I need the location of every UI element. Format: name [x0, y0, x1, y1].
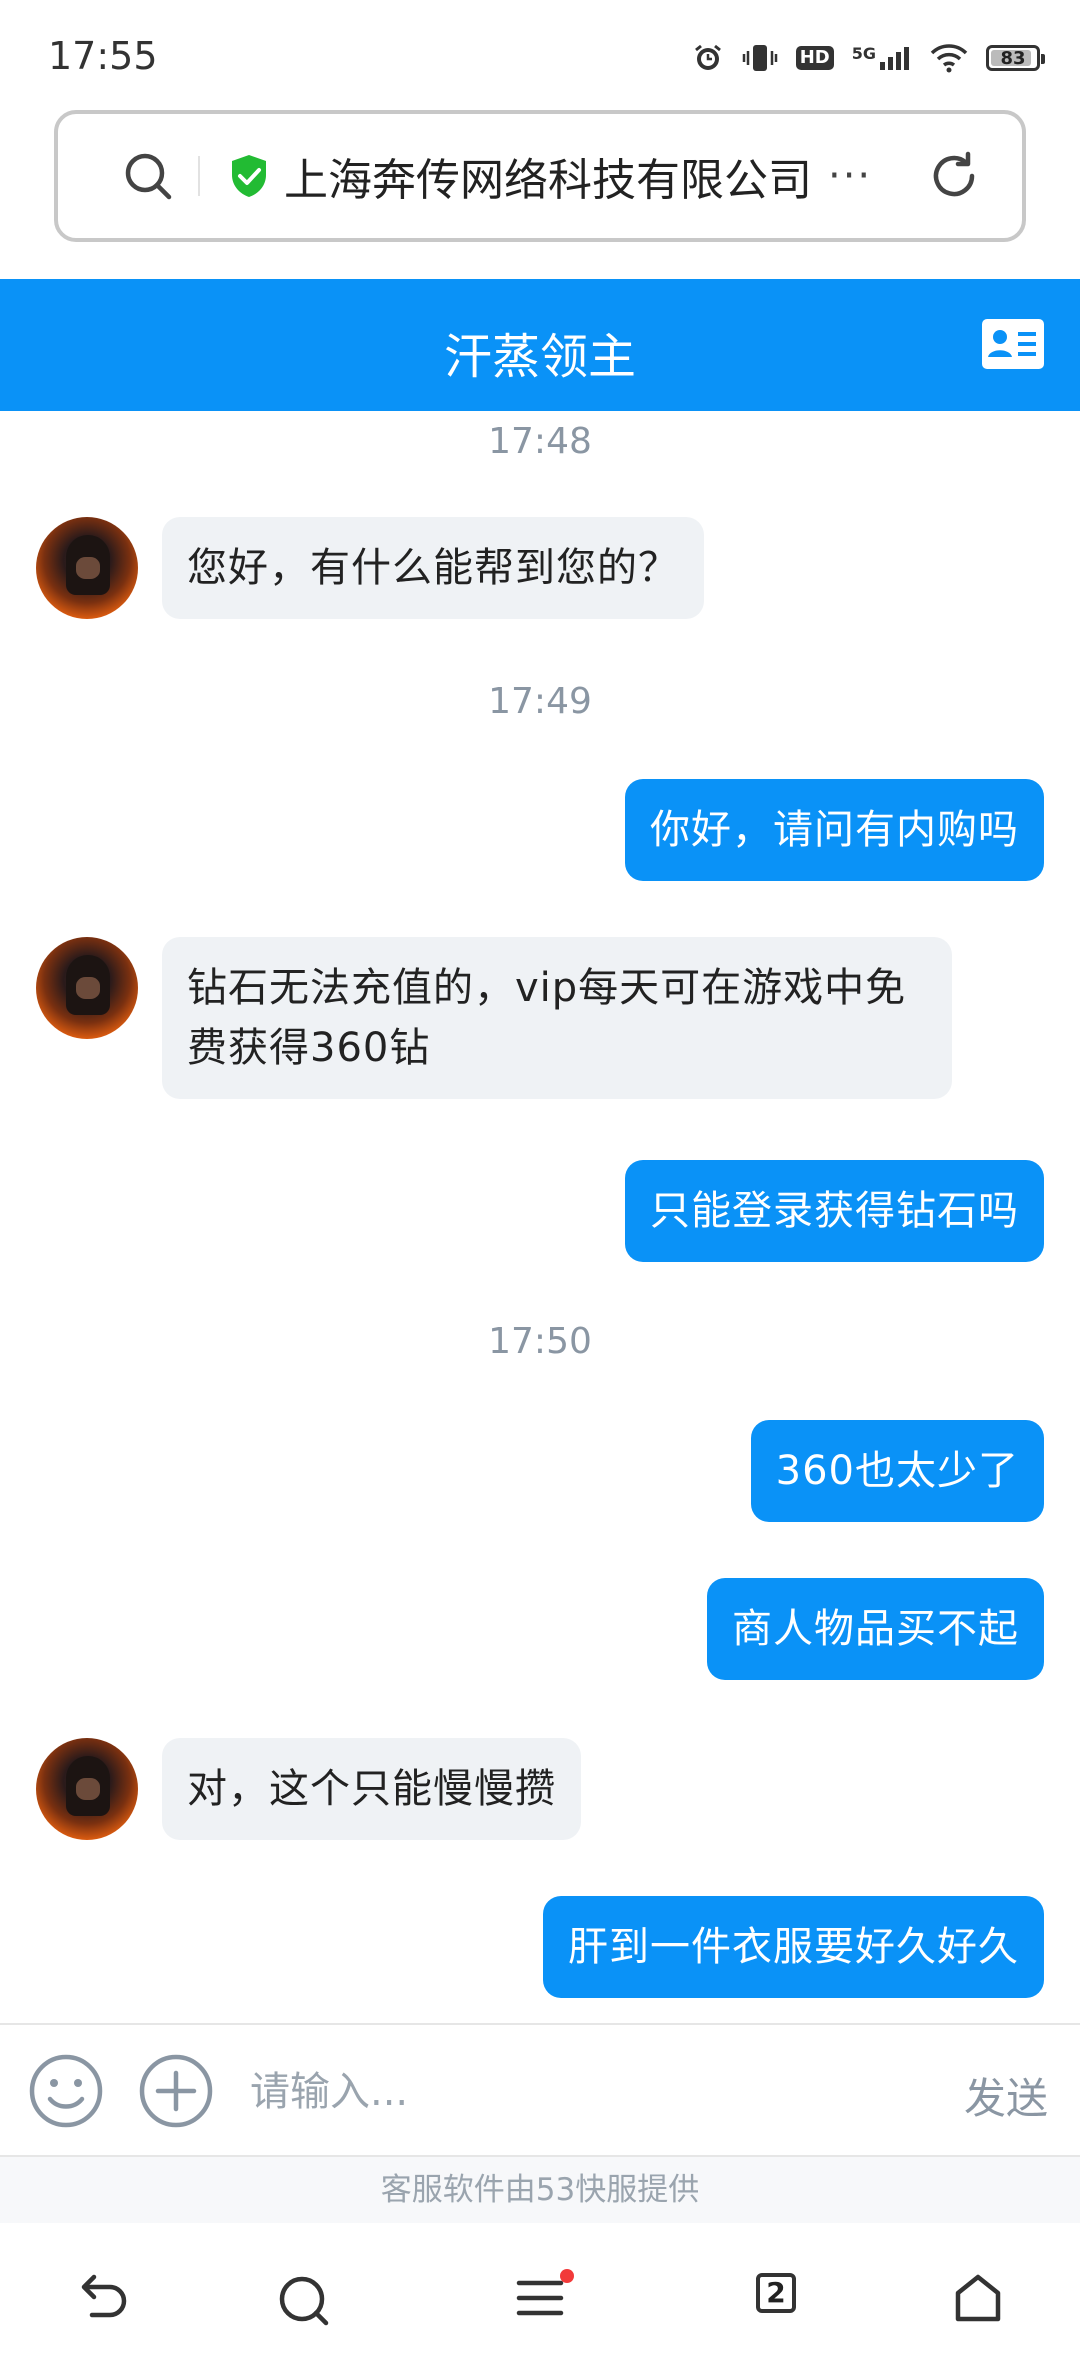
message-received: 对，这个只能慢慢攒 — [36, 1738, 581, 1840]
message-received: 您好，有什么能帮到您的？ — [36, 517, 704, 619]
tabs-button[interactable]: 2 — [736, 2273, 816, 2313]
message-bubble-received: 您好，有什么能帮到您的？ — [162, 517, 704, 619]
send-button[interactable]: 发送 — [964, 2065, 1048, 2126]
message-time: 17:49 — [488, 681, 592, 722]
contact-card-icon[interactable] — [982, 319, 1044, 373]
agent-avatar — [36, 1738, 138, 1840]
address-more[interactable]: ··· — [828, 153, 872, 199]
status-icons: HD 5G 83 — [692, 38, 1045, 78]
add-attachment-icon[interactable] — [138, 2053, 214, 2133]
notification-dot — [560, 2269, 574, 2283]
alarm-icon — [692, 42, 724, 74]
status-time: 17:55 — [48, 34, 158, 78]
vibrate-icon — [742, 42, 778, 74]
battery-icon: 83 — [986, 45, 1045, 71]
message-bubble-sent: 商人物品买不起 — [707, 1578, 1044, 1680]
home-icon[interactable] — [938, 2273, 1018, 2325]
message-bubble-received: 对，这个只能慢慢攒 — [162, 1738, 581, 1840]
signal-5g-icon: 5G — [852, 44, 912, 72]
message-input[interactable] — [250, 2055, 910, 2129]
message-bubble-sent: 360也太少了 — [750, 1420, 1044, 1522]
chat-area[interactable]: 17:48 您好，有什么能帮到您的？ 17:49 你好，请问有内购吗 钻石无法充… — [0, 411, 1080, 2023]
menu-icon[interactable] — [500, 2269, 580, 2323]
tab-count: 2 — [756, 2273, 796, 2313]
chat-title: 汗蒸领主 — [443, 329, 636, 385]
search-icon[interactable] — [264, 2273, 344, 2329]
wifi-icon — [930, 43, 968, 73]
address-bar[interactable]: 上海奔传网络科技有限公司 ··· — [54, 110, 1026, 242]
reload-icon[interactable] — [926, 148, 982, 204]
message-sent: 商人物品买不起 — [707, 1578, 1044, 1680]
message-sent: 你好，请问有内购吗 — [625, 779, 1044, 881]
battery-level: 83 — [1000, 47, 1026, 69]
message-sent: 360也太少了 — [750, 1420, 1044, 1522]
chat-header: 汗蒸领主 — [0, 279, 1080, 411]
search-icon[interactable] — [98, 149, 198, 203]
hd-icon: HD — [795, 46, 834, 70]
message-sent: 肝到一件衣服要好久好久 — [543, 1896, 1044, 1998]
message-time: 17:48 — [488, 421, 592, 462]
message-bubble-received: 钻石无法充值的，vip每天可在游戏中免费获得360钻 — [162, 937, 952, 1099]
message-sent: 只能登录获得钻石吗 — [625, 1160, 1044, 1262]
status-bar: 17:55 HD 5G 83 — [0, 0, 1080, 110]
message-bubble-sent: 只能登录获得钻石吗 — [625, 1160, 1044, 1262]
network-label: 5G — [851, 44, 876, 63]
site-name[interactable]: 上海奔传网络科技有限公司 — [284, 144, 812, 208]
message-time: 17:50 — [488, 1321, 592, 1362]
agent-avatar — [36, 937, 138, 1039]
emoji-icon[interactable] — [28, 2053, 104, 2133]
message-received: 钻石无法充值的，vip每天可在游戏中免费获得360钻 — [36, 937, 952, 1099]
browser-nav-bar: 2 — [0, 2223, 1080, 2376]
message-bubble-sent: 你好，请问有内购吗 — [625, 779, 1044, 881]
powered-by-label: 客服软件由53快服提供 — [0, 2157, 1080, 2223]
agent-avatar — [36, 517, 138, 619]
input-bar: 发送 — [0, 2023, 1080, 2157]
secure-shield-icon — [228, 153, 270, 199]
back-icon[interactable] — [62, 2273, 142, 2323]
address-divider — [198, 156, 200, 196]
message-bubble-sent: 肝到一件衣服要好久好久 — [543, 1896, 1044, 1998]
